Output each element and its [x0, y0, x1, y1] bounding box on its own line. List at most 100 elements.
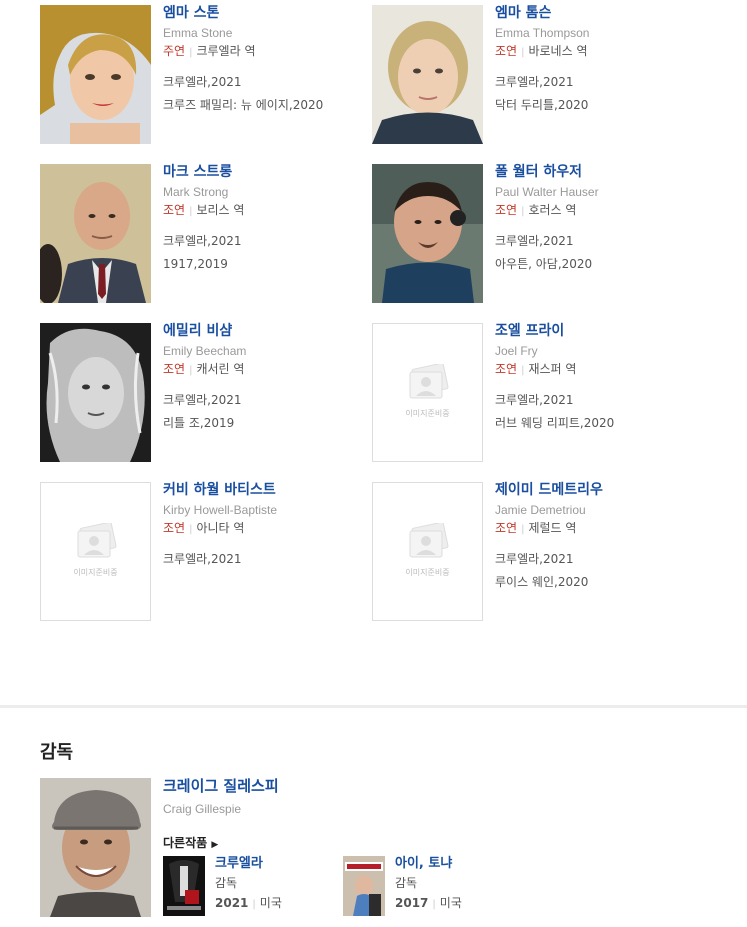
person-placeholder-icon: [409, 364, 449, 399]
role-row: 조연 | 보리스 역: [163, 202, 373, 220]
film-year: 2021: [215, 896, 249, 910]
actor-name-kr[interactable]: 엠마 스톤: [163, 5, 373, 22]
cast-card: 이미지준비중 제이미 드메트리우 Jamie Demetriou 조연 | 제럴드 …: [372, 482, 702, 622]
actor-name-kr[interactable]: 커비 하월 바티스트: [163, 482, 373, 499]
cast-card: 마크 스트롱 Mark Strong 조연 | 보리스 역 크루엘라,2021 19…: [40, 164, 370, 304]
separator: |: [189, 206, 193, 217]
role-row: 조연 | 재스퍼 역: [495, 361, 705, 379]
film-meta: 2021 | 미국: [215, 895, 282, 913]
film-country: 미국: [439, 896, 462, 910]
role-row: 조연 | 제럴드 역: [495, 520, 705, 538]
director-card: 크레이그 질레스피 Craig Gillespie 다른작품 ▶ 크루엘라 감독…: [40, 778, 740, 918]
actor-name-en: Jamie Demetriou: [495, 503, 586, 517]
no-image-label: 이미지준비중: [405, 568, 450, 577]
role-name: 캐서린 역: [196, 362, 245, 376]
actor-name-en: Kirby Howell-Baptiste: [163, 503, 278, 517]
no-image-placeholder[interactable]: 이미지준비중: [40, 482, 151, 621]
actor-name-kr[interactable]: 엠마 톰슨: [495, 5, 705, 22]
other-works-link[interactable]: 다른작품 ▶: [163, 834, 218, 851]
chevron-right-icon: ▶: [211, 840, 219, 850]
work-item: 크루엘라,2021: [163, 234, 242, 248]
actor-photo[interactable]: [40, 323, 151, 462]
work-item: 크루엘라,2021: [495, 75, 574, 89]
no-image-label: 이미지준비중: [73, 568, 118, 577]
separator: |: [521, 47, 525, 58]
film-item: 아이, 토냐 감독 2017 | 미국: [343, 856, 513, 918]
cast-card: 폴 월터 하우저 Paul Walter Hauser 조연 | 호러스 역 크루엘…: [372, 164, 702, 304]
cast-card: 엠마 톰슨 Emma Thompson 조연 | 바로네스 역 크루엘라,2021 …: [372, 5, 702, 145]
work-item: 아우튼, 아담,2020: [495, 257, 593, 271]
separator: |: [189, 365, 193, 376]
cast-card: 이미지준비중 조엘 프라이 Joel Fry 조연 | 재스퍼 역 크루엘라,202…: [372, 323, 702, 463]
no-image-placeholder[interactable]: 이미지준비중: [372, 482, 483, 621]
cast-card: 이미지준비중 커비 하월 바티스트 Kirby Howell-Baptiste …: [40, 482, 370, 622]
work-item: 루이스 웨인,2020: [495, 575, 589, 589]
person-placeholder-icon: [77, 523, 117, 558]
director-photo[interactable]: [40, 778, 151, 917]
role-row: 조연 | 바로네스 역: [495, 43, 705, 61]
film-item: 크루엘라 감독 2021 | 미국: [163, 856, 333, 918]
director-name-en: Craig Gillespie: [163, 802, 242, 816]
role-name: 제럴드 역: [528, 521, 577, 535]
role-name: 바로네스 역: [528, 44, 588, 58]
film-title[interactable]: 아이, 토냐: [395, 856, 462, 872]
cast-card: 엠마 스톤 Emma Stone 주연 | 크루엘라 역 크루엘라,2021 크루즈…: [40, 5, 370, 145]
role-name: 아니타 역: [196, 521, 245, 535]
actor-name-kr[interactable]: 에밀리 비샴: [163, 323, 373, 340]
actor-photo[interactable]: [40, 164, 151, 303]
role-type: 조연: [163, 362, 186, 376]
role-row: 주연 | 크루엘라 역: [163, 43, 373, 61]
film-meta: 2017 | 미국: [395, 895, 462, 913]
actor-photo[interactable]: [40, 5, 151, 144]
role-type: 조연: [495, 521, 518, 535]
work-item: 크루엘라,2021: [495, 234, 574, 248]
role-row: 조연 | 아니타 역: [163, 520, 373, 538]
role-type: 조연: [163, 203, 186, 217]
work-item: 크루엘라,2021: [163, 393, 242, 407]
separator: |: [189, 47, 193, 58]
role-type: 조연: [495, 44, 518, 58]
role-type: 조연: [495, 203, 518, 217]
separator: |: [252, 899, 256, 910]
role-name: 크루엘라 역: [196, 44, 256, 58]
actor-name-en: Emily Beecham: [163, 344, 247, 358]
director-name-kr[interactable]: 크레이그 질레스피: [163, 778, 373, 795]
film-role: 감독: [395, 876, 418, 890]
film-year: 2017: [395, 896, 429, 910]
work-item: 리틀 조,2019: [163, 416, 235, 430]
role-name: 호러스 역: [528, 203, 577, 217]
cast-card: 에밀리 비샴 Emily Beecham 조연 | 캐서린 역 크루엘라,2021 …: [40, 323, 370, 463]
work-item: 닥터 두리틀,2020: [495, 98, 589, 112]
no-image-placeholder[interactable]: 이미지준비중: [372, 323, 483, 462]
actor-name-en: Paul Walter Hauser: [495, 185, 599, 199]
film-poster[interactable]: [343, 856, 385, 916]
separator: |: [432, 899, 436, 910]
actor-name-kr[interactable]: 제이미 드메트리우: [495, 482, 705, 499]
work-item: 1917,2019: [163, 257, 228, 271]
separator: |: [521, 365, 525, 376]
film-poster[interactable]: [163, 856, 205, 916]
work-item: 러브 웨딩 리피트,2020: [495, 416, 615, 430]
film-role: 감독: [215, 876, 238, 890]
actor-name-en: Mark Strong: [163, 185, 229, 199]
role-type: 조연: [495, 362, 518, 376]
actor-photo[interactable]: [372, 164, 483, 303]
person-placeholder-icon: [409, 523, 449, 558]
film-title[interactable]: 크루엘라: [215, 856, 282, 872]
work-item: 크루엘라,2021: [495, 393, 574, 407]
section-title-director: 감독: [40, 742, 74, 763]
work-item: 크루즈 패밀리: 뉴 에이지,2020: [163, 98, 324, 112]
role-type: 주연: [163, 44, 186, 58]
role-row: 조연 | 호러스 역: [495, 202, 705, 220]
actor-name-en: Emma Thompson: [495, 26, 590, 40]
actor-name-kr[interactable]: 조엘 프라이: [495, 323, 705, 340]
section-divider: [0, 705, 747, 708]
film-country: 미국: [259, 896, 282, 910]
other-works-label: 다른작품: [163, 836, 208, 850]
actor-name-en: Emma Stone: [163, 26, 233, 40]
actor-name-kr[interactable]: 폴 월터 하우저: [495, 164, 705, 181]
work-item: 크루엘라,2021: [163, 552, 242, 566]
actor-name-kr[interactable]: 마크 스트롱: [163, 164, 373, 181]
actor-photo[interactable]: [372, 5, 483, 144]
role-name: 보리스 역: [196, 203, 245, 217]
